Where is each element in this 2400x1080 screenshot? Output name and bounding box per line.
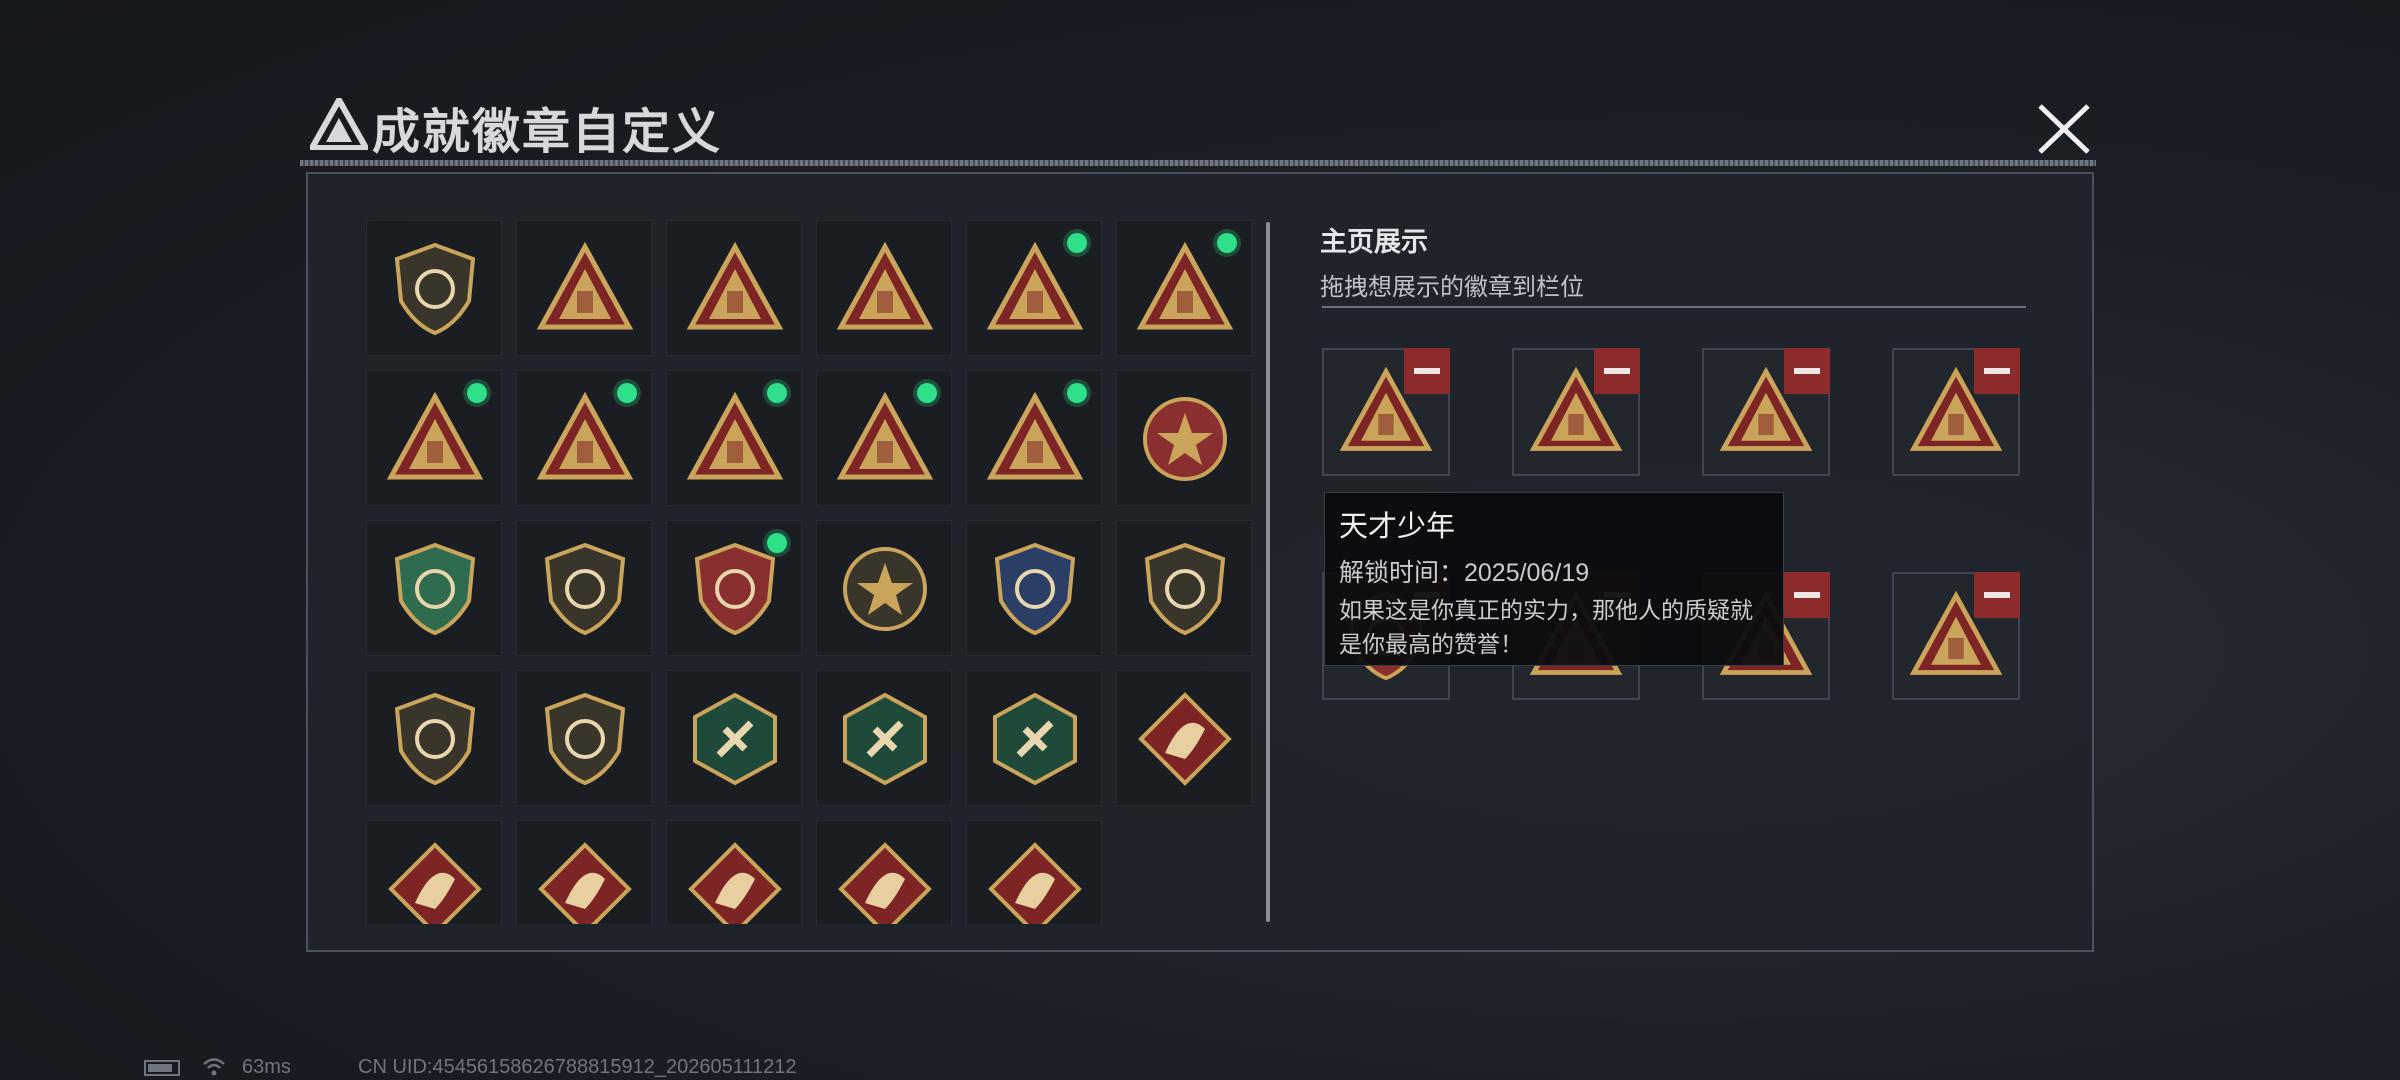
badge-cell[interactable] [666, 820, 802, 924]
new-indicator-dot [767, 533, 787, 553]
usb-badge-icon [386, 391, 484, 480]
wasp-hex-badge-icon [693, 692, 777, 786]
wifi-icon [203, 1058, 225, 1076]
box-58-badge-icon [836, 241, 934, 330]
red-shield-badge-icon [694, 542, 776, 636]
smg-scope-badge-icon [1144, 542, 1226, 636]
badge-cell[interactable] [516, 670, 652, 806]
star-medal-badge-icon [1143, 397, 1227, 481]
horse-diamond-2-badge-icon [838, 842, 932, 924]
showcase-slot[interactable] [1512, 348, 1640, 476]
showcase-subtitle: 拖拽想展示的徽章到栏位 [1320, 274, 1584, 301]
title-divider [300, 160, 2096, 166]
showcase-divider [1322, 306, 2026, 308]
battery-icon [144, 1060, 180, 1076]
badge-cell[interactable] [1116, 220, 1252, 356]
close-button[interactable] [2030, 96, 2098, 162]
remove-badge-button[interactable] [1974, 348, 2020, 394]
gold-shield-badge-icon [544, 542, 626, 636]
badge-cell[interactable] [966, 670, 1102, 806]
dragon-diamond-badge-icon [1138, 692, 1232, 786]
anchor-shield-badge-icon [544, 692, 626, 786]
showcase-slot[interactable] [1322, 348, 1450, 476]
badge-cell[interactable] [366, 220, 502, 356]
shield-triangle-badge-icon [394, 242, 476, 336]
dialog-panel: 主页展示 拖拽想展示的徽章到栏位 [306, 172, 2094, 952]
badge-cell[interactable] [816, 370, 952, 506]
badge-cell[interactable] [966, 220, 1102, 356]
number-one-badge-icon [1136, 241, 1234, 330]
badge-cell[interactable] [666, 670, 802, 806]
hammer-hex-badge-icon [993, 692, 1077, 786]
new-indicator-dot [1067, 383, 1087, 403]
new-indicator-dot [917, 383, 937, 403]
new-indicator-dot [1217, 233, 1237, 253]
badge-cell[interactable] [966, 820, 1102, 924]
uid-readout: CN UID:454561586267888159​12_20260511121… [358, 1056, 797, 1078]
pack-55-badge-icon [686, 241, 784, 330]
dialog-header: 成就徽章自定义 [300, 88, 2096, 168]
badge-cell[interactable] [516, 520, 652, 656]
badge-tooltip: 天才少年 解锁时间：2025/06/19 如果这是你真正的实力，那他人的质疑就是… [1324, 492, 1784, 666]
soldiers-badge-icon [836, 391, 934, 480]
triangle-logo-icon [310, 98, 368, 150]
runner-badge-icon [536, 391, 634, 480]
monkey-diamond-badge-icon [538, 842, 632, 924]
badge-cell[interactable] [816, 520, 952, 656]
wasp-hex-2-badge-icon [843, 692, 927, 786]
hands-dice-badge-icon [686, 391, 784, 480]
hammer-sickle-diamond-badge-icon [988, 842, 1082, 924]
badge-cell[interactable] [666, 220, 802, 356]
remove-badge-button[interactable] [1404, 348, 1450, 394]
badge-cell[interactable] [1116, 370, 1252, 506]
remove-badge-button[interactable] [1784, 572, 1830, 618]
badge-cell[interactable] [666, 520, 802, 656]
knife-shield-badge-icon [394, 692, 476, 786]
badge-grid[interactable] [366, 220, 1266, 924]
showcase-slot[interactable] [1892, 572, 2020, 700]
badge-cell[interactable] [366, 670, 502, 806]
blue-rifle-badge-icon [994, 542, 1076, 636]
remove-badge-button[interactable] [1594, 348, 1640, 394]
badge-cell[interactable] [516, 820, 652, 924]
showcase-section: 主页展示 拖拽想展示的徽章到栏位 [1320, 220, 2060, 700]
new-indicator-dot [1067, 233, 1087, 253]
badge-cell[interactable] [816, 220, 952, 356]
ping-readout: 63ms [242, 1056, 291, 1078]
badge-cell[interactable] [816, 820, 952, 924]
dragon-diamond-2-badge-icon [388, 842, 482, 924]
badge-cell[interactable] [366, 370, 502, 506]
badge-cell[interactable] [1116, 670, 1252, 806]
badge-cell[interactable] [366, 820, 502, 924]
tooltip-badge-name: 天才少年 [1339, 511, 1456, 543]
badge-cell[interactable] [516, 370, 652, 506]
badge-cell[interactable] [966, 370, 1102, 506]
horse-diamond-badge-icon [688, 842, 782, 924]
egg-nest-badge-icon [986, 241, 1084, 330]
tooltip-unlock-time: 解锁时间：2025/06/19 [1339, 559, 1590, 587]
new-indicator-dot [767, 383, 787, 403]
badge-cell[interactable] [966, 520, 1102, 656]
badge-cell[interactable] [516, 220, 652, 356]
rocket-badge-icon [986, 391, 1084, 480]
badge-cell[interactable] [816, 670, 952, 806]
showcase-title: 主页展示 [1320, 227, 1428, 257]
badge-cell[interactable] [666, 370, 802, 506]
showcase-slot[interactable] [1892, 348, 2020, 476]
tooltip-description: 如果这是你真正的实力，那他人的质疑就是你最高的赞誉！ [1339, 597, 1753, 657]
badge-cell[interactable] [366, 520, 502, 656]
new-indicator-dot [467, 383, 487, 403]
remove-badge-button[interactable] [1784, 348, 1830, 394]
sniper-skull-badge-icon [843, 547, 927, 631]
helicopter-badge-icon [536, 241, 634, 330]
grid-scrollbar[interactable] [1266, 222, 1270, 922]
green-wreath-badge-icon [394, 542, 476, 636]
dialog-title: 成就徽章自定义 [372, 106, 723, 159]
remove-badge-button[interactable] [1974, 572, 2020, 618]
showcase-slot[interactable] [1702, 348, 1830, 476]
badge-cell[interactable] [1116, 520, 1252, 656]
new-indicator-dot [617, 383, 637, 403]
